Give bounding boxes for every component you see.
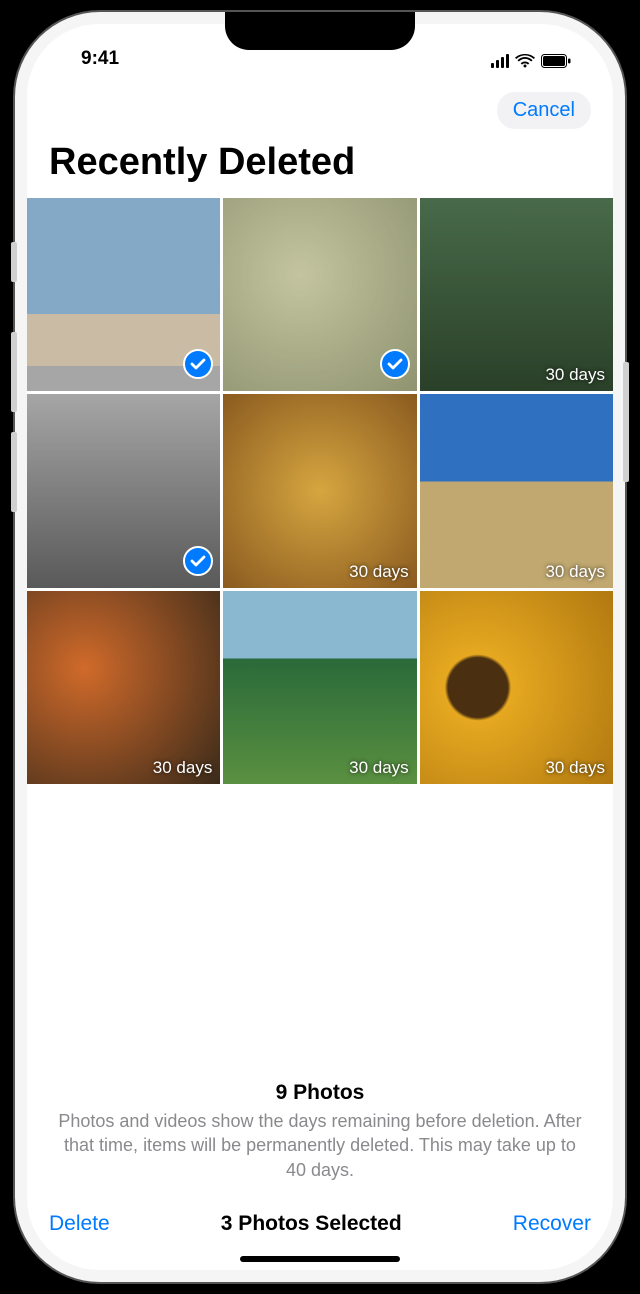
photo-cell[interactable]: 30 days: [223, 394, 416, 587]
photo-thumbnail: [223, 591, 416, 784]
photo-cell[interactable]: [27, 198, 220, 391]
photo-cell[interactable]: 30 days: [27, 591, 220, 784]
photo-cell[interactable]: 30 days: [420, 394, 613, 587]
status-icons: [491, 54, 580, 68]
photo-grid: 30 days 30 days 30 days 30 days 30 days 30 da…: [27, 198, 613, 784]
battery-icon: [541, 54, 571, 68]
photo-cell[interactable]: 30 days: [223, 591, 416, 784]
photo-thumbnail: [27, 591, 220, 784]
photo-cell[interactable]: [223, 198, 416, 391]
days-remaining-label: 30 days: [153, 758, 213, 778]
page-title: Recently Deleted: [27, 135, 613, 198]
wifi-icon: [515, 54, 535, 68]
days-remaining-label: 30 days: [545, 758, 605, 778]
days-remaining-label: 30 days: [349, 562, 409, 582]
summary: 9 Photos Photos and videos show the days…: [27, 1081, 613, 1196]
photo-thumbnail: [420, 198, 613, 391]
nav-bar: Cancel: [27, 80, 613, 135]
days-remaining-label: 30 days: [349, 758, 409, 778]
volume-down: [11, 432, 17, 512]
selection-status: 3 Photos Selected: [221, 1212, 402, 1236]
checkmark-icon: [183, 349, 213, 384]
checkmark-icon: [183, 546, 213, 581]
home-indicator[interactable]: [240, 1256, 400, 1262]
notch: [225, 12, 415, 50]
photo-thumbnail: [420, 394, 613, 587]
photo-cell[interactable]: 30 days: [420, 198, 613, 391]
photo-thumbnail: [223, 394, 416, 587]
checkmark-icon: [380, 349, 410, 384]
device-frame: 9:41 Cancel Recently Deleted 30 days30 d…: [15, 12, 625, 1282]
days-remaining-label: 30 days: [545, 365, 605, 385]
photo-thumbnail: [420, 591, 613, 784]
recover-button[interactable]: Recover: [513, 1212, 591, 1236]
cellular-icon: [491, 54, 510, 68]
side-button: [623, 362, 629, 482]
photo-cell[interactable]: [27, 394, 220, 587]
summary-text: Photos and videos show the days remainin…: [53, 1109, 587, 1182]
days-remaining-label: 30 days: [545, 562, 605, 582]
photo-count: 9 Photos: [53, 1081, 587, 1105]
delete-button[interactable]: Delete: [49, 1212, 110, 1236]
volume-up: [11, 332, 17, 412]
ring-switch: [11, 242, 17, 282]
screen: 9:41 Cancel Recently Deleted 30 days30 d…: [27, 24, 613, 1270]
cancel-button[interactable]: Cancel: [497, 92, 591, 129]
toolbar: Delete 3 Photos Selected Recover: [27, 1196, 613, 1246]
photo-cell[interactable]: 30 days: [420, 591, 613, 784]
status-time: 9:41: [61, 48, 119, 70]
